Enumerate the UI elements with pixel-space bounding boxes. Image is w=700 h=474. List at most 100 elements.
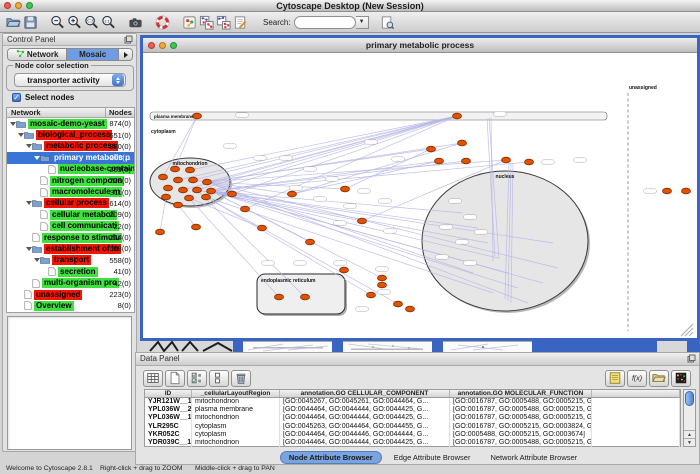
tree-item-primary-metabolic-p[interactable]: primary metabolic p209(... [7, 152, 134, 163]
tree-item-macromolecule-m[interactable]: macromolecule m311(0) [7, 186, 134, 197]
table-scrollbar[interactable]: ▲ ▼ [683, 389, 696, 447]
function-builder-button[interactable]: f(x) [627, 370, 647, 387]
network-node[interactable] [159, 174, 168, 180]
tree-item-metabolic-process[interactable]: metabolic process280(0) [7, 141, 134, 152]
attribute-table-button[interactable] [143, 370, 163, 387]
tab-network-attribute-browser[interactable]: Network Attribute Browser [482, 452, 585, 463]
tree-item-nitrogen-compoun[interactable]: nitrogen compoun209(0) [7, 175, 134, 186]
search-options-button[interactable] [379, 14, 396, 31]
network-node[interactable] [164, 185, 173, 191]
background-frame-border[interactable] [233, 341, 243, 352]
column-header-_cellularLayoutRegion[interactable]: _cellularLayoutRegion [192, 390, 280, 397]
new-attribute-button[interactable] [165, 370, 185, 387]
zoom-out-button[interactable] [49, 14, 66, 31]
snapshot-camera-button[interactable] [127, 14, 144, 31]
help-lifesaver-button[interactable] [154, 14, 171, 31]
tab-edge-attribute-browser[interactable]: Edge Attribute Browser [386, 452, 479, 463]
table-row[interactable]: YPL036W__1mitochondrion[GO:0044464, GO:0… [145, 414, 680, 422]
delete-attribute-button[interactable] [231, 370, 251, 387]
network-canvas[interactable]: plasma membranecytoplasmmitochondrionnuc… [143, 53, 697, 338]
network-overlay-b-button[interactable] [215, 14, 232, 31]
network-node[interactable] [682, 188, 691, 194]
network-node[interactable] [193, 113, 202, 119]
network-node[interactable] [186, 167, 195, 173]
resize-grip-icon[interactable] [685, 328, 693, 336]
annotation-button[interactable] [232, 14, 249, 31]
tree-item-cell-communicati[interactable]: cell communicati22(0) [7, 221, 134, 232]
network-node[interactable] [202, 194, 211, 200]
search-input[interactable] [294, 16, 356, 29]
network-node[interactable] [301, 294, 310, 300]
network-node[interactable] [341, 186, 350, 192]
open-folder-button[interactable] [5, 14, 22, 31]
attribute-matrix-button[interactable] [671, 370, 691, 387]
unselect-attributes-button[interactable] [209, 370, 229, 387]
float-panel-icon[interactable] [687, 354, 696, 363]
network-node[interactable] [185, 195, 194, 201]
expand-triangle-icon[interactable] [17, 133, 24, 137]
tree-item-mosaic-demo-yeast[interactable]: mosaic-demo-yeast874(0) [7, 118, 134, 129]
tree-item-nucleobase-contain[interactable]: nucleobase-contain209(0) [7, 164, 134, 175]
network-node[interactable] [394, 301, 403, 307]
background-window-sliver[interactable] [443, 341, 532, 352]
zoom-in-button[interactable] [66, 14, 83, 31]
network-node[interactable] [406, 306, 415, 312]
network-node[interactable] [525, 159, 534, 165]
network-node[interactable] [193, 187, 202, 193]
network-node[interactable] [435, 158, 444, 164]
tree-item-establishment-of-lo[interactable]: establishment of lo558(0) [7, 243, 134, 254]
birds-eye-view[interactable] [7, 316, 132, 450]
background-frame-border[interactable] [332, 341, 343, 352]
table-row[interactable]: YKR052Ccytoplasm[GO:0044464, GO:0044446,… [145, 431, 680, 439]
background-window-art[interactable] [148, 341, 238, 352]
network-node[interactable] [502, 157, 511, 163]
table-row[interactable]: YDR039C__1mitochondrion[GO:0044464, GO:0… [145, 439, 680, 447]
tree-item-cellular-metaboli[interactable]: cellular metaboli209(0) [7, 209, 134, 220]
tab-overflow-arrow[interactable] [119, 49, 132, 60]
expand-triangle-icon[interactable] [9, 122, 16, 126]
tree-item-unassigned[interactable]: unassigned223(0) [7, 289, 134, 300]
network-node[interactable] [189, 177, 198, 183]
network-node[interactable] [378, 282, 387, 288]
tab-mosaic[interactable]: Mosaic [67, 49, 119, 60]
background-window-sliver[interactable] [343, 341, 432, 352]
expand-triangle-icon[interactable] [33, 258, 40, 262]
tree-item-multi-organism-pro[interactable]: multi-organism pro42(0) [7, 277, 134, 288]
column-header-ID[interactable]: ID [145, 390, 192, 397]
select-attributes-button[interactable] [187, 370, 207, 387]
vizmapper-button[interactable] [181, 14, 198, 31]
network-node[interactable] [458, 140, 467, 146]
tree-column-network[interactable]: Network [11, 108, 41, 118]
tree-item-biological-process[interactable]: biological_process651(0) [7, 129, 134, 140]
network-node[interactable] [663, 188, 672, 194]
tree-column-nodes[interactable]: Nodes [105, 108, 135, 118]
table-row[interactable]: YPL036W__2plasma membrane[GO:0044464, GO… [145, 406, 680, 414]
network-node[interactable] [258, 225, 267, 231]
table-row[interactable]: YJR121W__1mitochondrion[GO:0045267, GO:0… [145, 398, 680, 406]
tree-item-overview[interactable]: Overview8(0) [7, 300, 134, 311]
table-row[interactable]: YLR295Ccytoplasm[GO:0045263, GO:0044464,… [145, 423, 680, 431]
network-node[interactable] [462, 158, 471, 164]
column-header-empty[interactable] [592, 390, 680, 397]
network-node[interactable] [340, 267, 349, 273]
float-panel-icon[interactable] [124, 35, 133, 44]
tab-node-attribute-browser[interactable]: Node Attribute Browser [280, 451, 382, 464]
network-node[interactable] [156, 229, 165, 235]
network-node[interactable] [207, 188, 216, 194]
network-node[interactable] [367, 292, 376, 298]
column-header-annotation.GO CELLULAR_COMPONENT[interactable]: annotation.GO CELLULAR_COMPONENT [280, 390, 450, 397]
network-node[interactable] [358, 218, 367, 224]
resize-grip-icon[interactable] [689, 332, 693, 336]
network-node[interactable] [378, 275, 387, 281]
scroll-up-arrow[interactable]: ▲ [684, 430, 695, 438]
background-frame-border[interactable] [687, 341, 700, 352]
column-header-annotation.GO MOLECULAR_FUNCTION[interactable]: annotation.GO MOLECULAR_FUNCTION [450, 390, 592, 397]
expand-triangle-icon[interactable] [33, 156, 40, 160]
expand-triangle-icon[interactable] [25, 144, 32, 148]
network-node[interactable] [179, 187, 188, 193]
tree-item-transport[interactable]: transport558(0) [7, 255, 134, 266]
search-dropdown-arrow[interactable]: ▼ [356, 16, 369, 29]
network-frame-titlebar[interactable]: primary metabolic process [143, 38, 697, 53]
scrollbar-thumb[interactable] [685, 391, 694, 406]
network-node[interactable] [162, 194, 171, 200]
